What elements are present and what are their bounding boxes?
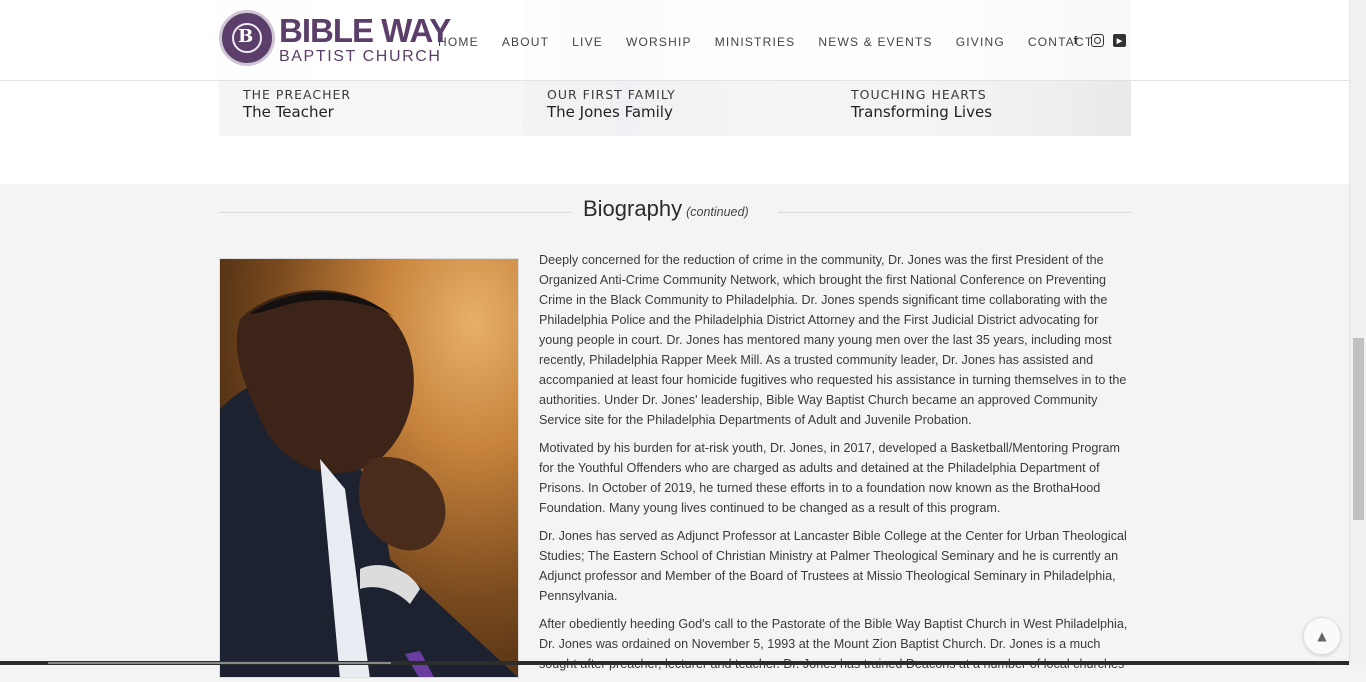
back-to-top-button[interactable]: ▲ xyxy=(1303,617,1341,655)
bio-paragraph: After obediently heeding God's call to t… xyxy=(539,617,1128,671)
logo-emblem: B xyxy=(219,10,275,66)
tile-kicker: THE PREACHER xyxy=(243,87,352,102)
biography-title: Biography xyxy=(583,196,683,221)
page-scrollbar[interactable] xyxy=(1349,0,1366,665)
pastor-portrait xyxy=(219,258,519,678)
social-links: f ▶ xyxy=(1069,34,1126,47)
logo-wordmark: BIBLE WAY xyxy=(279,12,451,49)
tile-kicker: OUR FIRST FAMILY xyxy=(547,87,676,102)
nav-giving[interactable]: GIVING xyxy=(956,35,1005,49)
nav-news-events[interactable]: NEWS & EVENTS xyxy=(818,35,932,49)
tile-title: The Jones Family xyxy=(547,103,673,121)
bio-paragraph: Dr. Jones has served as Adjunct Professo… xyxy=(539,529,1127,603)
tile-title: The Teacher xyxy=(243,103,334,121)
main-nav: HOME ABOUT LIVE WORSHIP MINISTRIES NEWS … xyxy=(438,35,1116,49)
triangle-up-icon: ▲ xyxy=(1317,629,1327,643)
church-logo[interactable]: B BIBLE WAY BAPTIST CHURCH xyxy=(219,8,451,70)
nav-live[interactable]: LIVE xyxy=(572,35,603,49)
tile-title: Transforming Lives xyxy=(851,103,993,121)
portrait-illustration xyxy=(220,290,518,677)
logo-subtitle: BAPTIST CHURCH xyxy=(279,48,442,65)
tile-kicker: TOUCHING HEARTS xyxy=(851,87,987,102)
scrollbar-thumb[interactable] xyxy=(1353,338,1364,520)
bio-paragraph: Deeply concerned for the reduction of cr… xyxy=(539,253,1127,427)
nav-home[interactable]: HOME xyxy=(438,35,479,49)
logo-emblem-letter: B xyxy=(238,26,254,47)
biography-body: Deeply concerned for the reduction of cr… xyxy=(539,250,1134,682)
bio-paragraph: Motivated by his burden for at-risk yout… xyxy=(539,441,1121,515)
youtube-icon[interactable]: ▶ xyxy=(1113,34,1126,47)
horizontal-scroll-indicator[interactable] xyxy=(48,662,391,664)
nav-about[interactable]: ABOUT xyxy=(502,35,549,49)
heading-rule-right xyxy=(778,212,1131,213)
instagram-icon[interactable] xyxy=(1091,34,1104,47)
biography-heading: Biography (continued) xyxy=(583,196,749,222)
nav-ministries[interactable]: MINISTRIES xyxy=(715,35,796,49)
nav-worship[interactable]: WORSHIP xyxy=(626,35,692,49)
site-header: B BIBLE WAY BAPTIST CHURCH HOME ABOUT LI… xyxy=(0,0,1349,81)
facebook-icon[interactable]: f xyxy=(1069,34,1082,47)
biography-note: (continued) xyxy=(686,205,749,219)
heading-rule-left xyxy=(219,212,571,213)
